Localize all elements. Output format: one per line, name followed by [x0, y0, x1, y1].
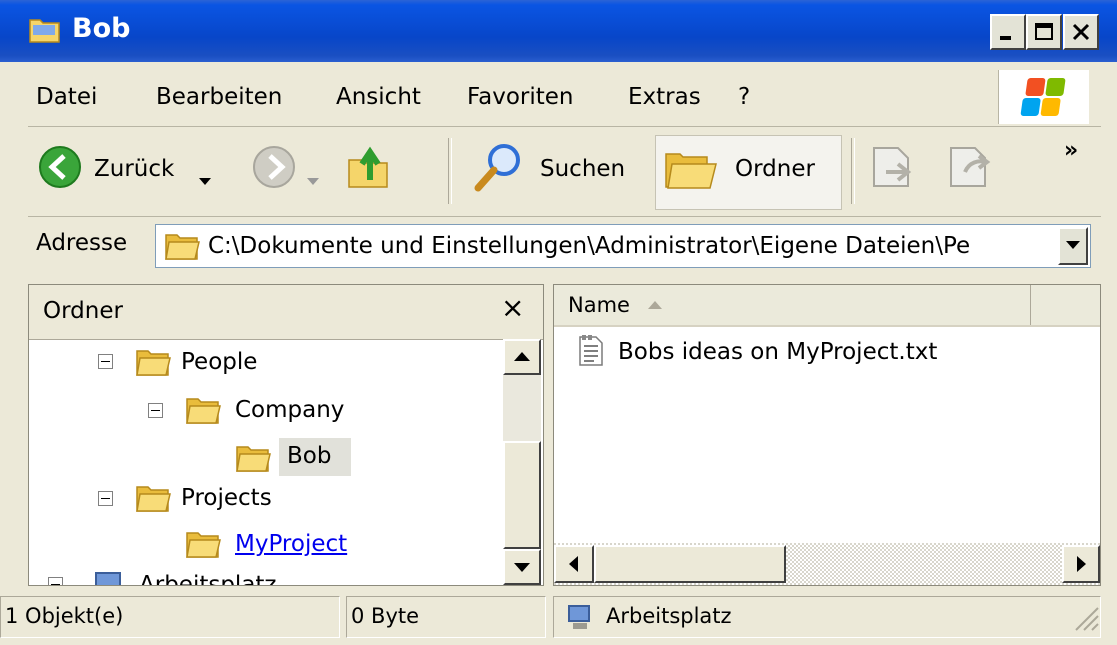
back-dropdown-icon[interactable] — [199, 166, 211, 192]
tree-item-bob-selection[interactable]: Bob — [279, 438, 351, 476]
tree-expander[interactable] — [98, 354, 113, 369]
scroll-left-button[interactable] — [554, 545, 594, 583]
folder-pane: Ordner × People Company Bob Projects MyP… — [28, 284, 544, 586]
menu-ansicht[interactable]: Ansicht — [336, 84, 421, 110]
window-title: Bob — [72, 13, 131, 44]
vertical-scrollbar[interactable] — [503, 339, 541, 585]
column-header-row: Name — [554, 285, 1100, 327]
address-input[interactable]: C:\Dokumente und Einstellungen\Administr… — [155, 224, 1091, 268]
search-icon[interactable] — [472, 142, 526, 198]
tree-expander[interactable] — [48, 577, 63, 585]
menu-favoriten[interactable]: Favoriten — [467, 84, 574, 110]
folder-icon — [235, 443, 271, 479]
scroll-right-button[interactable] — [1062, 545, 1100, 583]
scroll-up-button[interactable] — [503, 339, 541, 375]
copy-to-icon[interactable] — [945, 142, 1001, 196]
search-button[interactable]: Suchen — [540, 156, 625, 182]
folders-icon — [664, 146, 720, 198]
tree-item-arbeitsplatz[interactable]: Arbeitsplatz — [139, 572, 277, 585]
forward-dropdown-icon[interactable] — [307, 166, 319, 192]
computer-icon — [568, 605, 590, 629]
maximize-button[interactable] — [1026, 14, 1062, 50]
column-header-name-label: Name — [568, 293, 630, 317]
file-item[interactable]: Bobs ideas on MyProject.txt — [618, 339, 937, 365]
back-button[interactable]: Zurück — [94, 156, 174, 182]
text-file-icon — [578, 335, 604, 373]
back-arrow-icon[interactable] — [38, 145, 82, 195]
sort-ascending-icon — [648, 301, 662, 309]
tree-item-myproject[interactable]: MyProject — [235, 531, 347, 557]
tree-item-bob: Bob — [287, 443, 332, 469]
scroll-down-button[interactable] — [503, 549, 541, 585]
tree-expander[interactable] — [98, 491, 113, 506]
menu-extras[interactable]: Extras — [628, 84, 701, 110]
address-label: Adresse — [36, 230, 128, 256]
file-list-pane: Name Bobs ideas on MyProject.txt — [553, 284, 1101, 586]
scroll-thumb[interactable] — [594, 545, 786, 583]
tree-expander[interactable] — [148, 403, 163, 418]
toolbar-separator — [448, 138, 452, 204]
address-value: C:\Dokumente und Einstellungen\Administr… — [208, 233, 971, 259]
status-zone: Arbeitsplatz — [606, 604, 732, 628]
column-header-name[interactable]: Name — [554, 285, 1031, 325]
menu-help[interactable]: ? — [738, 84, 750, 110]
address-dropdown-button[interactable] — [1058, 227, 1088, 265]
minimize-button[interactable] — [990, 14, 1026, 50]
title-bar[interactable] — [0, 0, 1117, 62]
status-size: 0 Byte — [346, 596, 546, 638]
toolbar-separator — [851, 138, 855, 204]
folder-pane-header: Ordner × — [29, 285, 543, 340]
tree-item-people[interactable]: People — [181, 349, 257, 375]
folder-icon — [185, 529, 221, 565]
forward-arrow-icon[interactable] — [252, 145, 296, 195]
menu-bearbeiten[interactable]: Bearbeiten — [156, 84, 282, 110]
horizontal-scrollbar[interactable] — [554, 543, 1100, 585]
windows-logo — [998, 70, 1089, 124]
toolbar-overflow-chevron[interactable]: » — [1064, 138, 1078, 163]
folder-icon — [135, 483, 171, 519]
status-object-count: 1 Objekt(e) — [0, 596, 340, 638]
resize-grip[interactable] — [1070, 602, 1100, 638]
status-zone-cell: Arbeitsplatz — [553, 596, 1101, 638]
tree-item-projects[interactable]: Projects — [181, 485, 272, 511]
folder-pane-title: Ordner — [43, 298, 123, 324]
menu-datei[interactable]: Datei — [36, 84, 97, 110]
scroll-thumb[interactable] — [503, 441, 541, 549]
folder-up-icon[interactable] — [346, 142, 392, 196]
folder-icon — [185, 395, 221, 431]
tree-item-company[interactable]: Company — [235, 397, 344, 423]
move-to-icon[interactable] — [868, 142, 920, 196]
close-button[interactable] — [1063, 14, 1099, 50]
folder-icon — [135, 347, 171, 383]
folders-label: Ordner — [735, 156, 815, 182]
folder-pane-close-button[interactable]: × — [501, 291, 524, 324]
computer-icon — [93, 570, 123, 585]
folder-icon — [28, 14, 62, 44]
folder-icon — [164, 231, 200, 267]
